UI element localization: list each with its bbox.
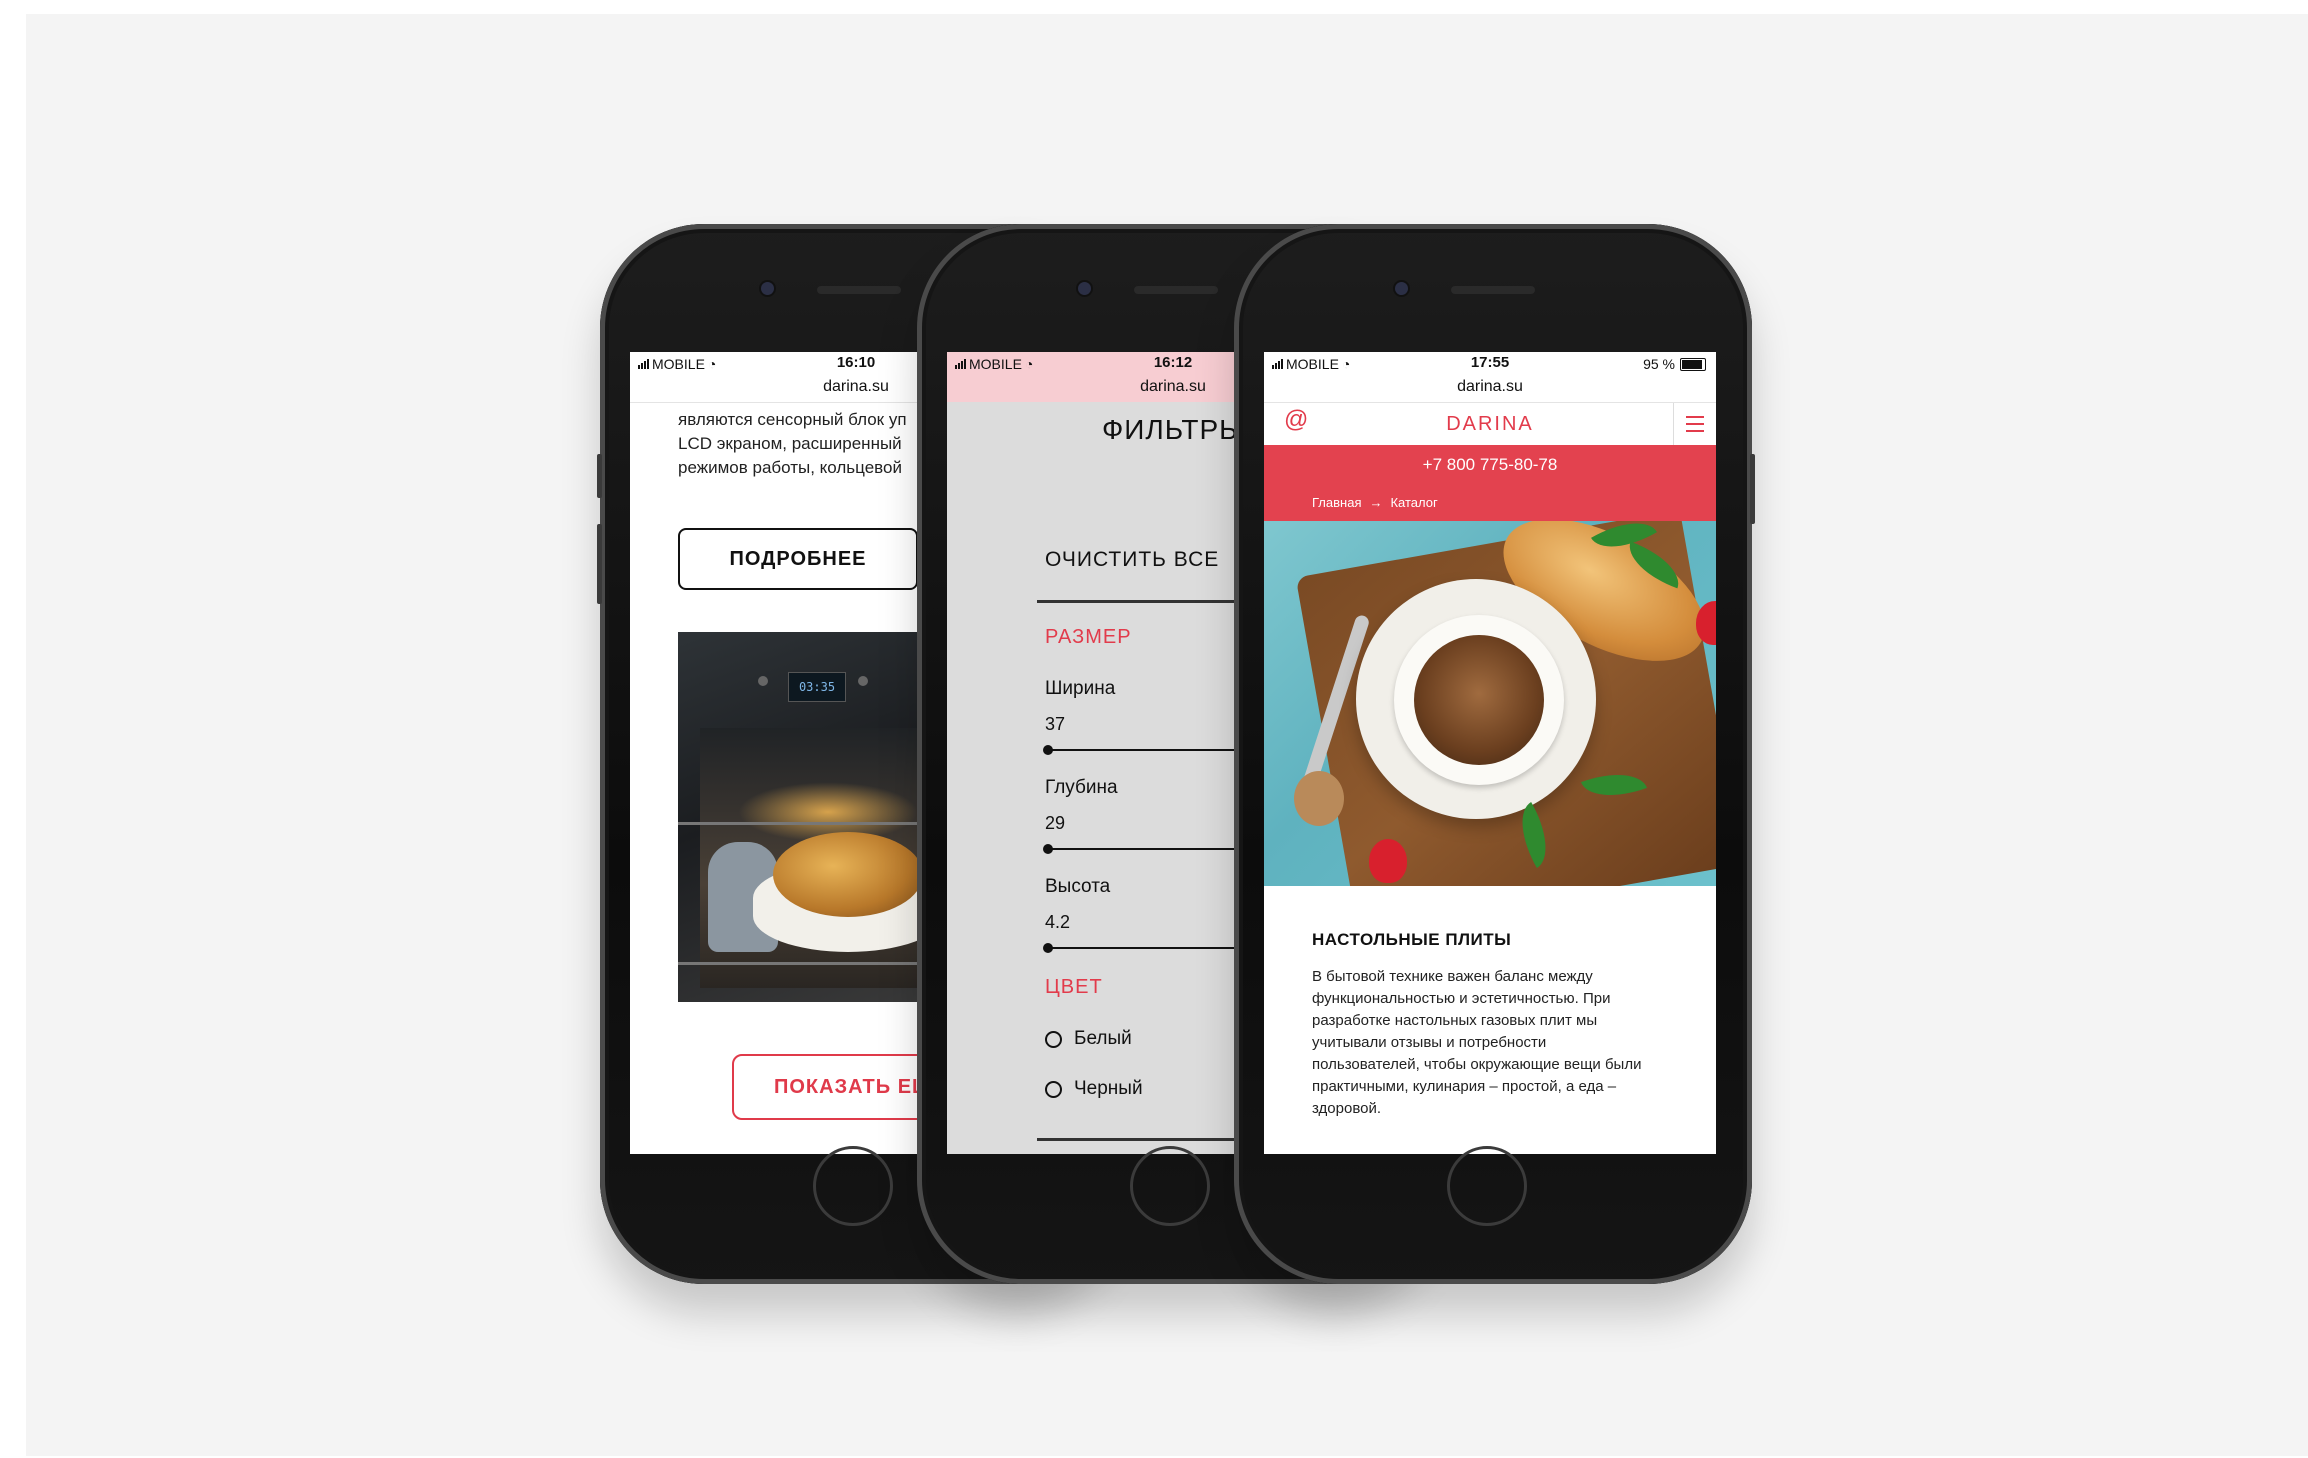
phone3-screen: MOBILE ◔ 17:55 95 % darina.su @ DARINA +…	[1264, 352, 1716, 1154]
power-button	[1750, 454, 1755, 524]
color-section-title: ЦВЕТ	[1045, 976, 1103, 998]
section-heading: НАСТОЛЬНЫЕ ПЛИТЫ	[1312, 930, 1512, 949]
hamburger-menu-icon[interactable]	[1673, 403, 1716, 445]
mute-switch	[597, 454, 602, 498]
radio-icon[interactable]	[1045, 1080, 1062, 1098]
status-bar: MOBILE ◔ 17:55 95 %	[1264, 352, 1716, 378]
oven-display: 03:35	[788, 672, 846, 702]
color-option-black[interactable]: Черный	[1045, 1078, 1143, 1100]
earpiece-speaker	[1134, 286, 1218, 294]
radio-icon[interactable]	[1045, 1030, 1062, 1048]
earpiece-speaker	[1451, 286, 1535, 294]
contact-bar: +7 800 775-80-78 Главная → Каталог	[1264, 445, 1716, 521]
darina-logo[interactable]: DARINA	[1264, 413, 1716, 436]
depth-label: Глубина	[1045, 777, 1118, 798]
front-camera	[1078, 282, 1091, 295]
breadcrumb-home[interactable]: Главная	[1312, 495, 1361, 510]
front-camera	[761, 282, 774, 295]
height-label: Высота	[1045, 876, 1111, 897]
home-button[interactable]	[813, 1146, 893, 1226]
section-text: В бытовой технике важен баланс между фун…	[1312, 968, 1642, 1117]
breadcrumb-current[interactable]: Каталог	[1390, 495, 1437, 510]
height-slider-handle[interactable]	[1043, 943, 1053, 953]
size-section-title: РАЗМЕР	[1045, 626, 1132, 648]
depth-value: 29	[1045, 813, 1066, 833]
product-description: являются сенсорный блок уп LCD экраном, …	[678, 410, 907, 477]
phone-number-link[interactable]: +7 800 775-80-78	[1264, 455, 1716, 475]
phone-mockup-3: MOBILE ◔ 17:55 95 % darina.su @ DARINA +…	[1234, 224, 1755, 1284]
more-button[interactable]: ПОДРОБНЕЕ	[678, 528, 918, 590]
battery-icon	[1680, 357, 1706, 371]
home-button[interactable]	[1447, 1146, 1527, 1226]
height-value: 4.2	[1045, 912, 1071, 932]
width-slider-handle[interactable]	[1043, 745, 1053, 755]
front-camera	[1395, 282, 1408, 295]
volume-up-button	[597, 524, 602, 604]
battery-percent: 95 %	[1643, 356, 1675, 372]
breadcrumb: Главная → Каталог	[1312, 495, 1438, 510]
coffee-photo	[1264, 521, 1716, 886]
earpiece-speaker	[817, 286, 901, 294]
width-label: Ширина	[1045, 678, 1116, 699]
oven-photo: 03:35	[678, 632, 938, 1002]
site-header: @ DARINA	[1264, 403, 1716, 445]
breadcrumb-arrow-icon: →	[1369, 495, 1383, 510]
color-option-white[interactable]: Белый	[1045, 1028, 1132, 1050]
address-bar[interactable]: darina.su	[1264, 378, 1716, 403]
width-value: 37	[1045, 714, 1066, 734]
depth-slider-handle[interactable]	[1043, 844, 1053, 854]
filters-title: ФИЛЬТРЫ	[1102, 414, 1245, 445]
home-button[interactable]	[1130, 1146, 1210, 1226]
clear-all-button[interactable]: ОЧИСТИТЬ ВСЕ	[1045, 548, 1219, 572]
